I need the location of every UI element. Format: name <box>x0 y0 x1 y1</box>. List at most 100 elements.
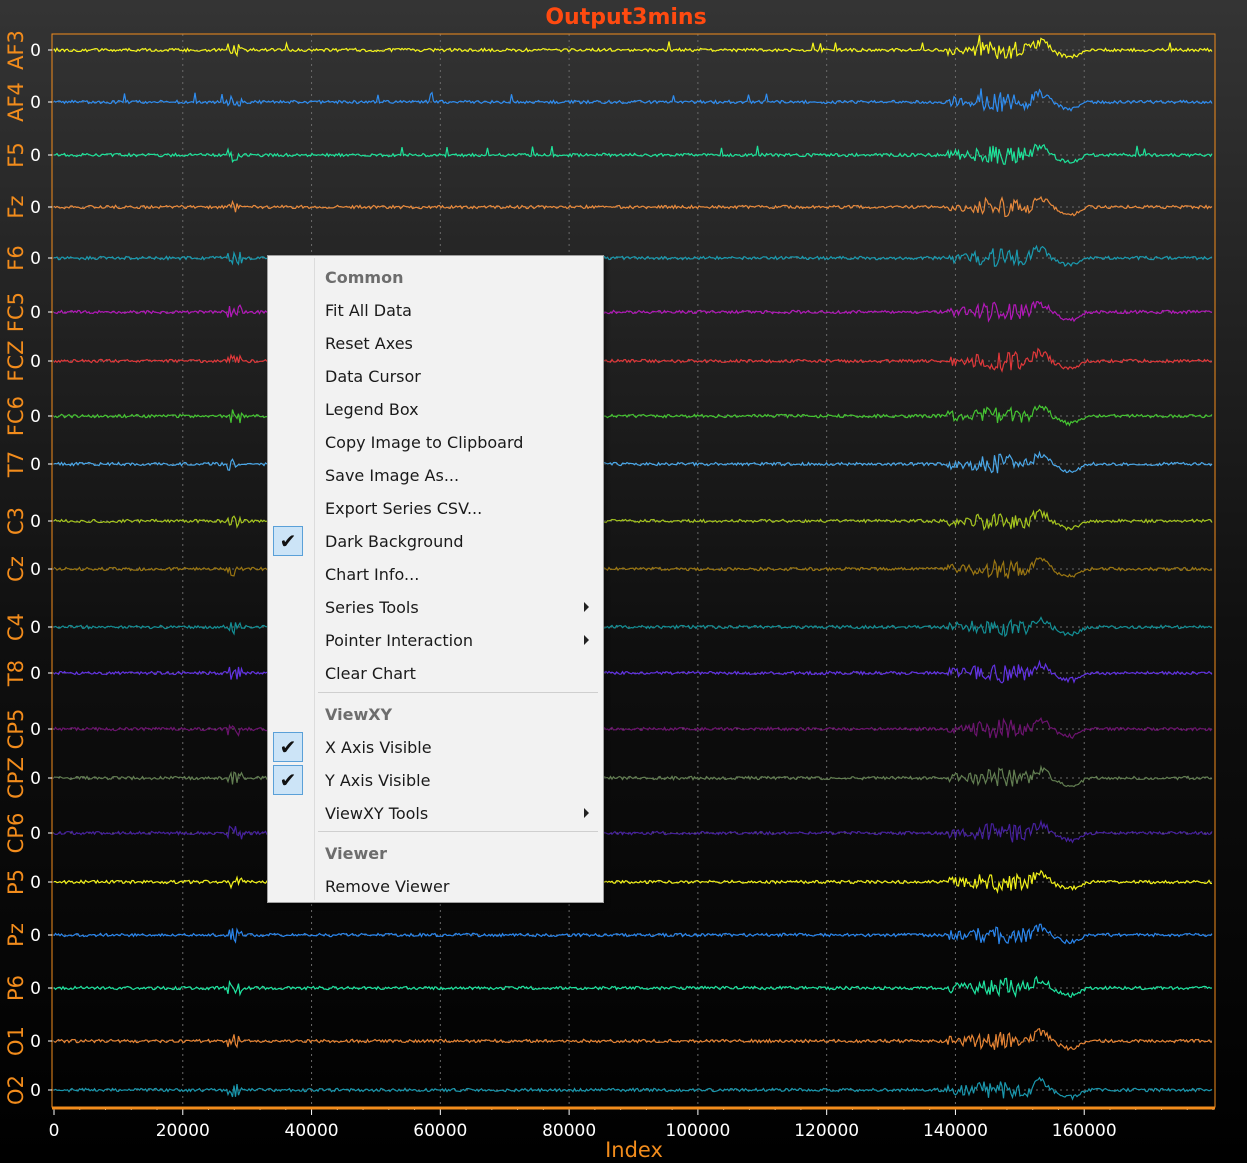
menu-header-common-label: Common <box>325 268 404 287</box>
y-tick-label: 0 <box>30 1032 41 1052</box>
y-tick-label: 0 <box>30 979 41 999</box>
menu-item-fit-all-data[interactable]: Fit All Data <box>270 294 601 327</box>
menu-item-label: X Axis Visible <box>325 738 432 757</box>
x-tick-label: 120000 <box>794 1121 859 1141</box>
channel-label-fc5: FC5 <box>4 292 28 332</box>
menu-item-label: Legend Box <box>325 400 419 419</box>
menu-item-chart-info[interactable]: Chart Info... <box>270 558 601 591</box>
menu-item-label: Dark Background <box>325 532 464 551</box>
y-tick-label: 0 <box>30 249 41 269</box>
y-tick-label: 0 <box>30 1081 41 1101</box>
channel-label-f5: F5 <box>4 142 28 167</box>
menu-item-copy-image[interactable]: Copy Image to Clipboard <box>270 426 601 459</box>
menu-separator <box>318 692 598 693</box>
menu-item-label: Data Cursor <box>325 367 421 386</box>
channel-label-f6: F6 <box>4 245 28 270</box>
menu-header-common: Common <box>270 261 601 294</box>
channel-label-cp6: CP6 <box>4 813 28 854</box>
menu-item-x-axis-visible[interactable]: ✔ X Axis Visible <box>270 731 601 764</box>
menu-item-viewxy-tools[interactable]: ViewXY Tools <box>270 797 601 830</box>
y-tick-label: 0 <box>30 560 41 580</box>
y-tick-label: 0 <box>30 146 41 166</box>
channel-label-c3: C3 <box>4 507 28 535</box>
channel-label-cpz: CPZ <box>4 757 28 799</box>
checkmark-icon: ✔ <box>273 732 303 762</box>
chart-title: Output3mins <box>545 5 706 30</box>
y-tick-label: 0 <box>30 41 41 61</box>
menu-item-legend-box[interactable]: Legend Box <box>270 393 601 426</box>
channel-label-o1: O1 <box>4 1026 28 1056</box>
chart-area[interactable]: 0 AF3 0 AF4 0 F5 0 Fz 0 F6 0 FC5 0 FCZ 0 FC6 0 T7 0 C3 0 Cz 0 C… <box>0 0 1247 1163</box>
menu-item-reset-axes[interactable]: Reset Axes <box>270 327 601 360</box>
context-menu[interactable]: Common Fit All Data Reset Axes Data Curs… <box>267 255 604 903</box>
channel-label-fcz: FCZ <box>4 340 28 381</box>
checkmark-icon: ✔ <box>273 526 303 556</box>
channel-label-af4: AF4 <box>4 82 28 122</box>
chart-svg[interactable]: 0AF30AF40F50Fz0F60FC50FCZ0FC60T70C30Cz0C… <box>0 0 1247 1163</box>
x-tick-label: 0 <box>49 1121 60 1141</box>
y-tick-label: 0 <box>30 769 41 789</box>
menu-header-viewxy: ViewXY <box>270 698 601 731</box>
submenu-arrow-icon <box>584 635 589 645</box>
menu-item-y-axis-visible[interactable]: ✔ Y Axis Visible <box>270 764 601 797</box>
x-tick-label: 160000 <box>1052 1121 1117 1141</box>
y-tick-label: 0 <box>30 618 41 638</box>
y-tick-label: 0 <box>30 720 41 740</box>
y-tick-label: 0 <box>30 198 41 218</box>
menu-item-label: Export Series CSV... <box>325 499 483 518</box>
menu-item-data-cursor[interactable]: Data Cursor <box>270 360 601 393</box>
x-tick-label: 100000 <box>665 1121 730 1141</box>
menu-item-label: Clear Chart <box>325 664 416 683</box>
y-tick-label: 0 <box>30 664 41 684</box>
channel-label-cz: Cz <box>4 556 28 582</box>
y-tick-label: 0 <box>30 352 41 372</box>
menu-item-label: Remove Viewer <box>325 877 450 896</box>
submenu-arrow-icon <box>584 602 589 612</box>
y-tick-label: 0 <box>30 303 41 323</box>
channel-label-c4: C4 <box>4 613 28 641</box>
y-tick-label: 0 <box>30 407 41 427</box>
submenu-arrow-icon <box>584 808 589 818</box>
menu-item-label: Save Image As... <box>325 466 460 485</box>
menu-item-label: Fit All Data <box>325 301 412 320</box>
channel-label-cp5: CP5 <box>4 709 28 750</box>
channel-label-p5: P5 <box>4 869 28 895</box>
menu-item-label: Copy Image to Clipboard <box>325 433 524 452</box>
menu-header-viewer: Viewer <box>270 837 601 870</box>
menu-header-viewer-label: Viewer <box>325 844 387 863</box>
menu-item-export-csv[interactable]: Export Series CSV... <box>270 492 601 525</box>
x-tick-label: 20000 <box>156 1121 210 1141</box>
chart-gradient <box>0 0 1247 1163</box>
menu-item-remove-viewer[interactable]: Remove Viewer <box>270 870 601 903</box>
menu-item-label: Y Axis Visible <box>325 771 431 790</box>
menu-header-viewxy-label: ViewXY <box>325 705 393 724</box>
menu-item-label: ViewXY Tools <box>325 804 429 823</box>
channel-label-p6: P6 <box>4 975 28 1001</box>
menu-item-label: Chart Info... <box>325 565 420 584</box>
y-tick-label: 0 <box>30 926 41 946</box>
menu-item-label: Series Tools <box>325 598 419 617</box>
y-tick-label: 0 <box>30 824 41 844</box>
menu-item-pointer-interaction[interactable]: Pointer Interaction <box>270 624 601 657</box>
menu-item-clear-chart[interactable]: Clear Chart <box>270 657 601 690</box>
y-tick-label: 0 <box>30 455 41 475</box>
checkmark-icon: ✔ <box>273 765 303 795</box>
channel-label-o2: O2 <box>4 1075 28 1105</box>
channel-label-fc6: FC6 <box>4 396 28 436</box>
menu-item-series-tools[interactable]: Series Tools <box>270 591 601 624</box>
menu-item-save-image[interactable]: Save Image As... <box>270 459 601 492</box>
channel-label-pz: Pz <box>4 923 28 947</box>
y-tick-label: 0 <box>30 93 41 113</box>
x-tick-label: 60000 <box>413 1121 467 1141</box>
channel-label-t8: T8 <box>4 660 28 687</box>
menu-separator <box>318 831 598 832</box>
x-tick-label: 40000 <box>285 1121 339 1141</box>
y-tick-label: 0 <box>30 873 41 893</box>
channel-label-fz: Fz <box>4 195 28 218</box>
menu-item-dark-background[interactable]: ✔ Dark Background <box>270 525 601 558</box>
x-tick-label: 80000 <box>542 1121 596 1141</box>
y-tick-label: 0 <box>30 512 41 532</box>
x-tick-label: 140000 <box>923 1121 988 1141</box>
x-axis-title: Index <box>605 1138 663 1162</box>
channel-label-af3: AF3 <box>4 30 28 70</box>
